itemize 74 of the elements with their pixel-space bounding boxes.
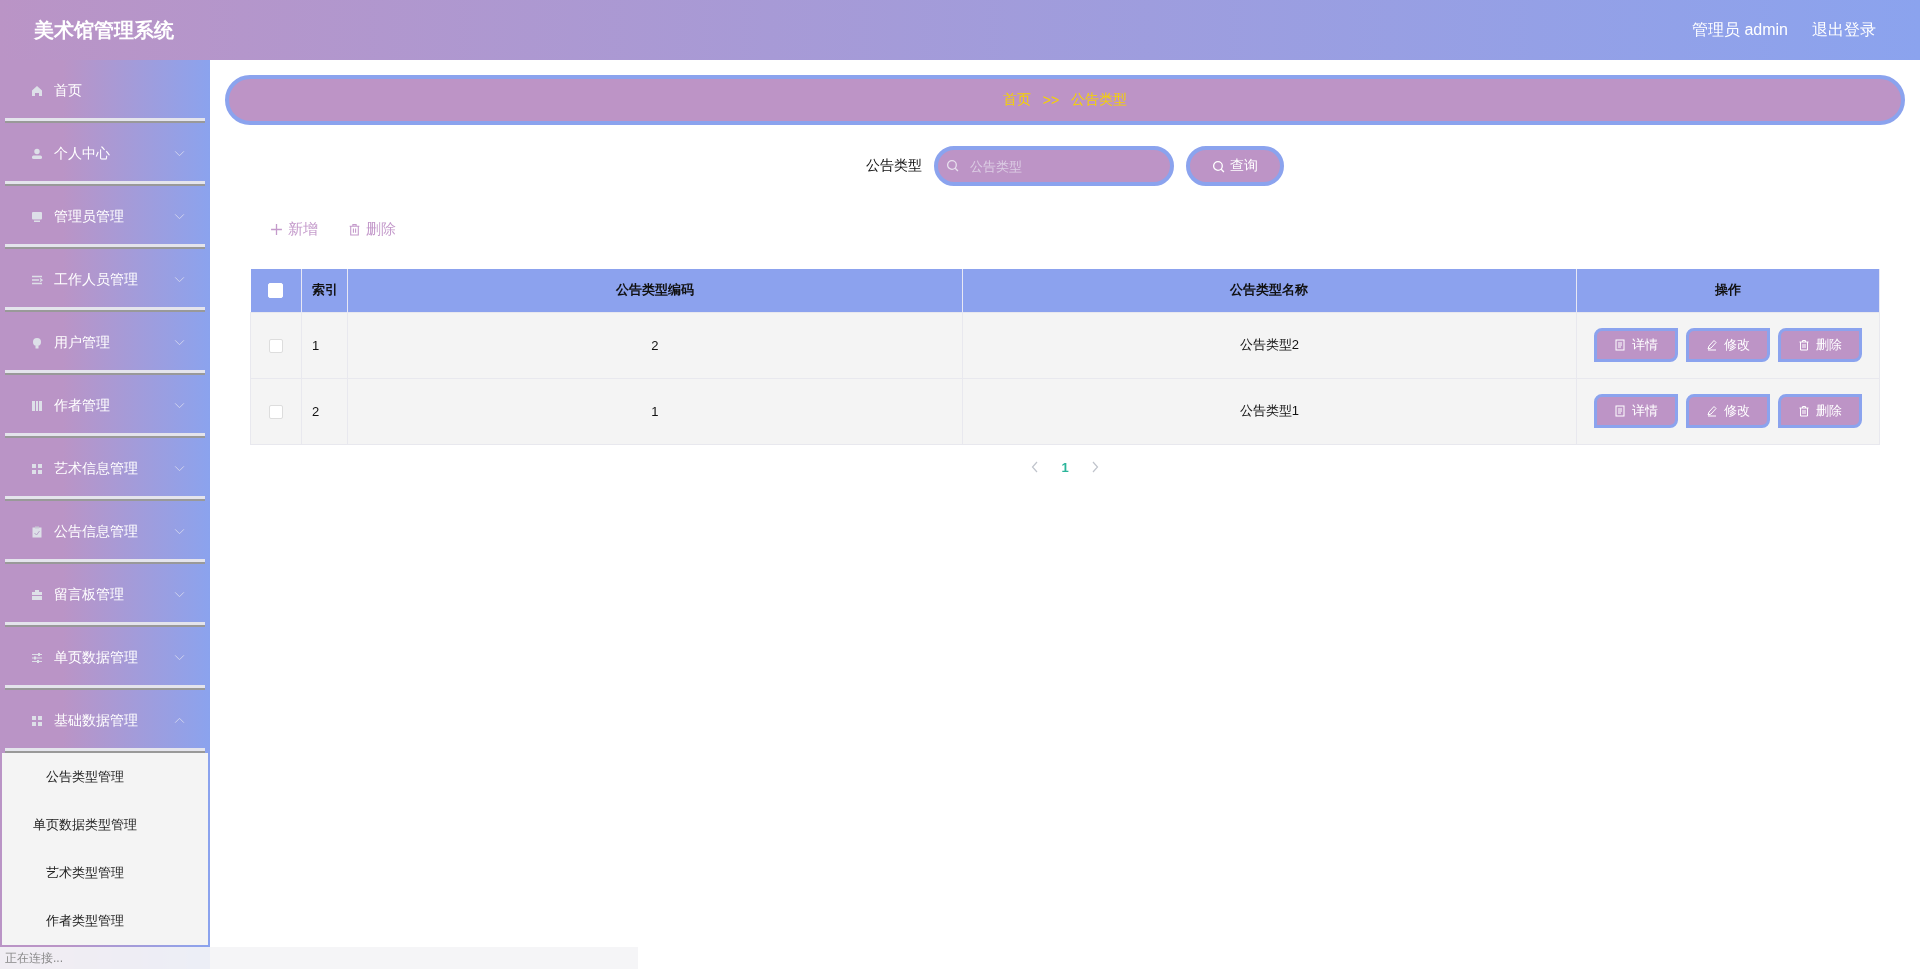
- app-title: 美术馆管理系统: [34, 17, 174, 43]
- breadcrumb-separator: >>: [1042, 92, 1060, 108]
- table-cell: 2: [347, 312, 962, 378]
- menu-item[interactable]: 留言板管理: [5, 564, 205, 627]
- chevron-icon: [174, 717, 185, 724]
- breadcrumb-link[interactable]: 公告类型: [1071, 91, 1128, 109]
- chevron-icon: [174, 339, 185, 346]
- sliders-icon: [31, 651, 43, 664]
- chevron-icon: [174, 402, 185, 409]
- chevron-icon: [174, 150, 185, 157]
- chevron-icon: [174, 465, 185, 472]
- pencil-icon: [1706, 405, 1718, 417]
- menu-item[interactable]: 管理员管理: [5, 186, 205, 249]
- checkbox[interactable]: [269, 404, 283, 419]
- add-button[interactable]: 新增: [270, 219, 318, 239]
- trash-icon: [1798, 339, 1810, 351]
- document-icon: [1614, 405, 1626, 417]
- table-cell: 1: [347, 378, 962, 444]
- menu-item[interactable]: 单页数据管理: [5, 627, 205, 690]
- details-button[interactable]: 详情: [1594, 328, 1678, 362]
- page-number[interactable]: 1: [1061, 459, 1069, 475]
- delete-button[interactable]: 删除: [348, 219, 396, 239]
- trash-icon: [1798, 405, 1810, 417]
- breadcrumb-link[interactable]: 首页: [1002, 91, 1031, 109]
- chevron-icon: [174, 276, 185, 283]
- logout-link[interactable]: 退出登录: [1812, 19, 1876, 41]
- next-page-icon[interactable]: [1090, 461, 1099, 473]
- delete-button[interactable]: 删除: [1778, 394, 1862, 428]
- search-button[interactable]: 查询: [1186, 146, 1284, 186]
- plus-icon: [270, 222, 283, 236]
- monitor-icon: [31, 210, 43, 223]
- status-text: 正在连接...: [5, 949, 63, 967]
- pencil-icon: [1706, 339, 1718, 351]
- edit-button[interactable]: 修改: [1686, 328, 1770, 362]
- search-icon: [946, 159, 959, 172]
- submenu-item[interactable]: 作者类型管理: [2, 897, 208, 945]
- menu-item[interactable]: 公告信息管理: [5, 501, 205, 564]
- list-icon: [31, 273, 43, 286]
- delete-button[interactable]: 删除: [1778, 328, 1862, 362]
- chevron-icon: [174, 654, 185, 661]
- submenu-item[interactable]: 公告类型管理: [2, 753, 208, 801]
- search-label: 公告类型: [866, 157, 922, 175]
- search-icon: [1212, 159, 1225, 173]
- chevron-icon: [174, 591, 185, 598]
- table-cell: 2: [301, 378, 348, 444]
- menu-item[interactable]: 个人中心: [5, 123, 205, 186]
- edit-button[interactable]: 修改: [1686, 394, 1770, 428]
- menu-item[interactable]: 基础数据管理: [5, 690, 205, 753]
- grid-icon: [31, 462, 43, 475]
- table-cell: 公告类型1: [962, 378, 1577, 444]
- trash-icon: [348, 222, 361, 236]
- home-icon: [31, 84, 43, 97]
- menu-item[interactable]: 用户管理: [5, 312, 205, 375]
- table-cell: 1: [301, 312, 348, 378]
- table-cell: 公告类型2: [962, 312, 1577, 378]
- submenu-item[interactable]: 单页数据类型管理: [2, 801, 208, 849]
- menu-item[interactable]: 作者管理: [5, 375, 205, 438]
- previous-page-icon[interactable]: [1031, 461, 1040, 473]
- user-icon: [31, 147, 43, 160]
- clipboard-icon: [31, 525, 43, 538]
- grid-icon: [31, 714, 43, 727]
- document-icon: [1614, 339, 1626, 351]
- user-label: 管理员 admin: [1691, 19, 1788, 40]
- submenu-item[interactable]: 艺术类型管理: [2, 849, 208, 897]
- chevron-icon: [174, 213, 185, 220]
- book-icon: [31, 399, 43, 412]
- menu-item[interactable]: 首页: [5, 60, 205, 123]
- menu-item[interactable]: 工作人员管理: [5, 249, 205, 312]
- checkbox[interactable]: [269, 338, 283, 353]
- briefcase-icon: [31, 588, 43, 601]
- chevron-icon: [174, 528, 185, 535]
- bulb-icon: [31, 336, 43, 349]
- details-button[interactable]: 详情: [1594, 394, 1678, 428]
- menu-item[interactable]: 艺术信息管理: [5, 438, 205, 501]
